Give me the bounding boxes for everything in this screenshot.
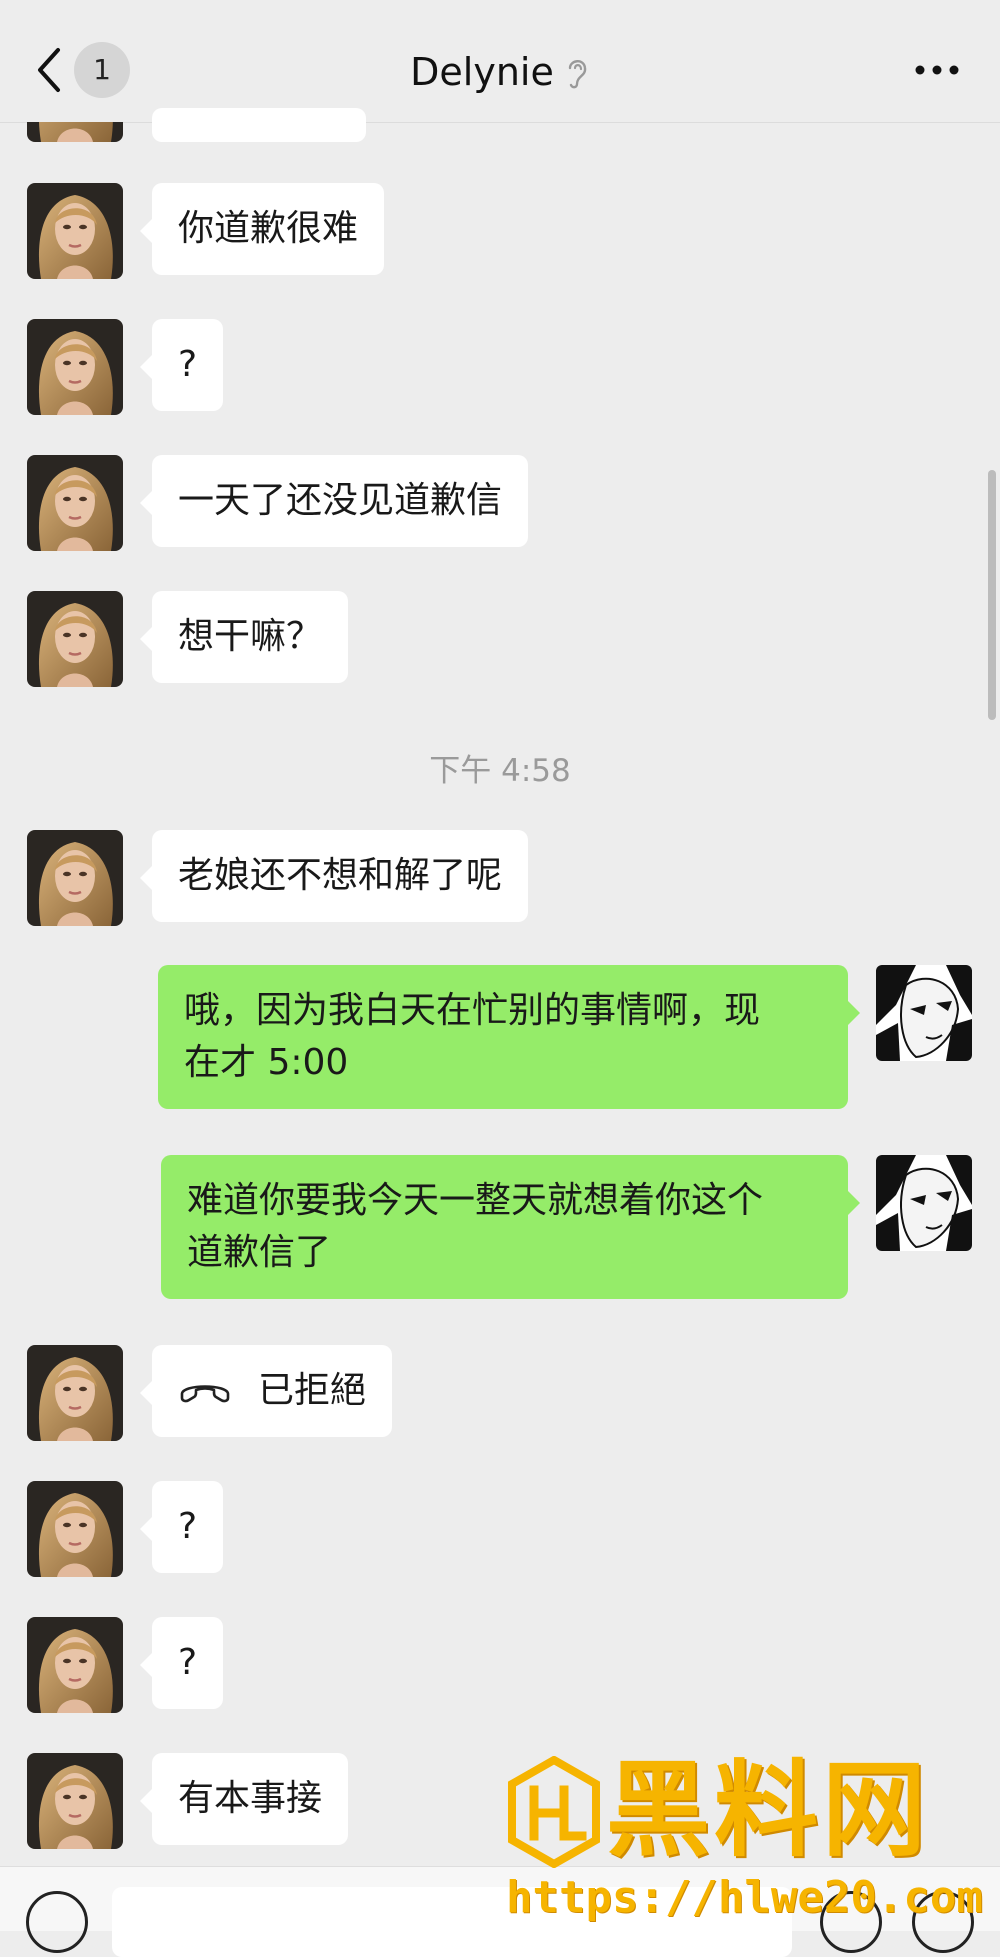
message-text: 有本事接 [178, 1778, 323, 1819]
message-text: 哦，因为我白天在忙别的事情啊，现 在才 5:00 [184, 990, 761, 1083]
message-bubble-outgoing[interactable]: 哦，因为我白天在忙别的事情啊，现 在才 5:00 [158, 965, 860, 1109]
message-bubble-incoming[interactable]: ? [139, 1617, 224, 1709]
message-bubble-partial[interactable] [152, 108, 366, 142]
message-bubble-incoming[interactable]: ? [139, 1481, 224, 1573]
my-avatar[interactable] [876, 965, 972, 1061]
message-bubble-outgoing[interactable]: 难道你要我今天一整天就想着你这个 道歉信了 [161, 1155, 860, 1299]
message-text: ? [178, 1642, 198, 1683]
ear-icon [568, 60, 587, 89]
watermark-brand: 黑料网 [606, 1749, 931, 1871]
more-options-button[interactable] [912, 50, 962, 90]
chat-header: 1 Delynie [0, 0, 1000, 123]
call-record-row: 已拒絕 [178, 1365, 366, 1417]
call-status-text: 已拒絕 [258, 1370, 367, 1411]
watermark-logo-icon [508, 1756, 600, 1868]
message-bubble-incoming[interactable]: 想干嘛？ [139, 591, 349, 683]
contact-avatar[interactable] [27, 319, 123, 415]
watermark-url: https://hlwe20.com [506, 1872, 983, 1923]
contact-avatar[interactable] [27, 1481, 123, 1577]
message-text: 想干嘛？ [178, 616, 323, 657]
message-text: ? [178, 1506, 198, 1547]
more-dots-icon [915, 65, 959, 75]
my-avatar[interactable] [876, 1155, 972, 1251]
contact-avatar[interactable] [27, 455, 123, 551]
voice-icon[interactable] [26, 1891, 88, 1953]
page-title: Delynie [410, 50, 554, 94]
message-bubble-incoming[interactable]: 一天了还没见道歉信 [139, 455, 529, 547]
message-bubble-incoming[interactable]: ? [139, 319, 224, 411]
message-bubble-incoming[interactable]: 你道歉很难 [139, 183, 385, 275]
message-text: 你道歉很难 [178, 208, 359, 249]
contact-avatar[interactable] [27, 183, 123, 279]
message-text: 难道你要我今天一整天就想着你这个 道歉信了 [187, 1180, 764, 1273]
watermark: 黑料网 https://hlwe20.com [498, 1750, 998, 1930]
contact-avatar[interactable] [27, 591, 123, 687]
message-bubble-incoming[interactable]: 老娘还不想和解了呢 [139, 830, 529, 922]
contact-avatar[interactable] [27, 830, 123, 926]
title-wrap: Delynie [0, 42, 1000, 102]
declined-call-icon [180, 1385, 230, 1403]
message-text: 老娘还不想和解了呢 [178, 855, 503, 896]
call-record-bubble[interactable]: 已拒絕 [139, 1345, 393, 1437]
contact-avatar[interactable] [27, 1617, 123, 1713]
chat-scrollbar[interactable] [988, 470, 996, 720]
contact-avatar[interactable] [27, 1345, 123, 1441]
message-text: 一天了还没见道歉信 [178, 480, 503, 521]
contact-avatar[interactable] [27, 1753, 123, 1849]
message-bubble-incoming[interactable]: 有本事接 [139, 1753, 349, 1845]
message-text: ? [178, 344, 198, 385]
message-timestamp: 下午 4:58 [429, 753, 571, 789]
